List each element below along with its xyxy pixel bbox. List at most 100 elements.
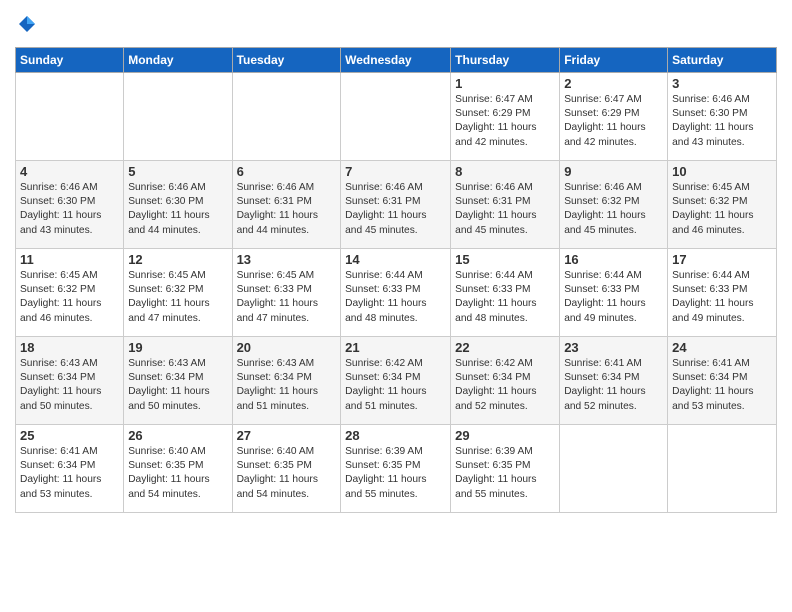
day-info: Sunrise: 6:46 AM Sunset: 6:32 PM Dayligh… <box>564 181 663 238</box>
day-number: 18 <box>20 340 119 355</box>
page: SundayMondayTuesdayWednesdayThursdayFrid… <box>0 0 792 523</box>
day-number: 9 <box>564 164 663 179</box>
calendar-cell: 12 Sunrise: 6:45 AM Sunset: 6:32 PM Dayli… <box>124 248 232 336</box>
calendar-cell: 25 Sunrise: 6:41 AM Sunset: 6:34 PM Dayli… <box>16 424 124 512</box>
day-info: Sunrise: 6:44 AM Sunset: 6:33 PM Dayligh… <box>345 269 446 326</box>
day-number: 4 <box>20 164 119 179</box>
day-info: Sunrise: 6:43 AM Sunset: 6:34 PM Dayligh… <box>128 357 227 414</box>
calendar-day-header: Saturday <box>668 47 777 72</box>
calendar-cell: 20Sunrise: 6:43 AM Sunset: 6:34 PM Dayli… <box>232 336 341 424</box>
day-number: 12 <box>128 252 227 267</box>
day-number: 3 <box>672 76 772 91</box>
day-info: Sunrise: 6:40 AM Sunset: 6:35 PM Dayligh… <box>237 445 337 502</box>
logo <box>15 14 37 39</box>
calendar-cell: 18 Sunrise: 6:43 AM Sunset: 6:34 PM Dayli… <box>16 336 124 424</box>
day-info: Sunrise: 6:45 AM Sunset: 6:32 PM Dayligh… <box>20 269 119 326</box>
day-number: 26 <box>128 428 227 443</box>
day-info: Sunrise: 6:40 AM Sunset: 6:35 PM Dayligh… <box>128 445 227 502</box>
calendar-cell: 6 Sunrise: 6:46 AM Sunset: 6:31 PM Daylig… <box>232 160 341 248</box>
logo-icon <box>17 14 37 34</box>
calendar-cell: 27 Sunrise: 6:40 AM Sunset: 6:35 PM Dayli… <box>232 424 341 512</box>
day-info: Sunrise: 6:47 AM Sunset: 6:29 PM Dayligh… <box>455 93 555 150</box>
day-number: 23 <box>564 340 663 355</box>
day-number: 22 <box>455 340 555 355</box>
day-number: 20 <box>237 340 337 355</box>
day-number: 19 <box>128 340 227 355</box>
day-number: 5 <box>128 164 227 179</box>
day-info: Sunrise: 6:46 AM Sunset: 6:31 PM Dayligh… <box>455 181 555 238</box>
day-info: Sunrise: 6:42 AM Sunset: 6:34 PM Dayligh… <box>455 357 555 414</box>
calendar-cell: 23Sunrise: 6:41 AM Sunset: 6:34 PM Dayli… <box>560 336 668 424</box>
calendar-cell: 5Sunrise: 6:46 AM Sunset: 6:30 PM Daylig… <box>124 160 232 248</box>
calendar-week-row: 18 Sunrise: 6:43 AM Sunset: 6:34 PM Dayli… <box>16 336 777 424</box>
calendar-cell <box>232 72 341 160</box>
day-number: 2 <box>564 76 663 91</box>
day-info: Sunrise: 6:41 AM Sunset: 6:34 PM Dayligh… <box>672 357 772 414</box>
day-number: 27 <box>237 428 337 443</box>
calendar-week-row: 4 Sunrise: 6:46 AM Sunset: 6:30 PM Daylig… <box>16 160 777 248</box>
calendar-header-row: SundayMondayTuesdayWednesdayThursdayFrid… <box>16 47 777 72</box>
calendar-day-header: Wednesday <box>341 47 451 72</box>
day-number: 6 <box>237 164 337 179</box>
day-number: 29 <box>455 428 555 443</box>
calendar-cell: 1 Sunrise: 6:47 AM Sunset: 6:29 PM Daylig… <box>451 72 560 160</box>
day-info: Sunrise: 6:42 AM Sunset: 6:34 PM Dayligh… <box>345 357 446 414</box>
day-info: Sunrise: 6:45 AM Sunset: 6:32 PM Dayligh… <box>128 269 227 326</box>
calendar-cell: 14 Sunrise: 6:44 AM Sunset: 6:33 PM Dayli… <box>341 248 451 336</box>
calendar-cell: 21 Sunrise: 6:42 AM Sunset: 6:34 PM Dayli… <box>341 336 451 424</box>
calendar-cell: 16Sunrise: 6:44 AM Sunset: 6:33 PM Dayli… <box>560 248 668 336</box>
day-info: Sunrise: 6:45 AM Sunset: 6:33 PM Dayligh… <box>237 269 337 326</box>
calendar-cell: 26 Sunrise: 6:40 AM Sunset: 6:35 PM Dayli… <box>124 424 232 512</box>
day-number: 13 <box>237 252 337 267</box>
calendar-table: SundayMondayTuesdayWednesdayThursdayFrid… <box>15 47 777 513</box>
calendar-cell: 9 Sunrise: 6:46 AM Sunset: 6:32 PM Daylig… <box>560 160 668 248</box>
day-info: Sunrise: 6:46 AM Sunset: 6:31 PM Dayligh… <box>237 181 337 238</box>
calendar-cell: 19 Sunrise: 6:43 AM Sunset: 6:34 PM Dayli… <box>124 336 232 424</box>
day-number: 10 <box>672 164 772 179</box>
day-number: 21 <box>345 340 446 355</box>
day-number: 1 <box>455 76 555 91</box>
calendar-day-header: Thursday <box>451 47 560 72</box>
header-area <box>15 10 777 39</box>
calendar-cell <box>668 424 777 512</box>
calendar-cell <box>16 72 124 160</box>
day-info: Sunrise: 6:46 AM Sunset: 6:30 PM Dayligh… <box>672 93 772 150</box>
calendar-cell <box>124 72 232 160</box>
logo-text <box>15 14 37 39</box>
calendar-week-row: 25 Sunrise: 6:41 AM Sunset: 6:34 PM Dayli… <box>16 424 777 512</box>
calendar-cell: 24Sunrise: 6:41 AM Sunset: 6:34 PM Dayli… <box>668 336 777 424</box>
calendar-day-header: Monday <box>124 47 232 72</box>
day-number: 14 <box>345 252 446 267</box>
day-number: 8 <box>455 164 555 179</box>
calendar-cell: 10 Sunrise: 6:45 AM Sunset: 6:32 PM Dayli… <box>668 160 777 248</box>
calendar-cell <box>341 72 451 160</box>
calendar-cell: 28Sunrise: 6:39 AM Sunset: 6:35 PM Dayli… <box>341 424 451 512</box>
calendar-cell: 7 Sunrise: 6:46 AM Sunset: 6:31 PM Daylig… <box>341 160 451 248</box>
day-number: 7 <box>345 164 446 179</box>
calendar-cell: 3 Sunrise: 6:46 AM Sunset: 6:30 PM Daylig… <box>668 72 777 160</box>
day-info: Sunrise: 6:44 AM Sunset: 6:33 PM Dayligh… <box>564 269 663 326</box>
day-info: Sunrise: 6:41 AM Sunset: 6:34 PM Dayligh… <box>20 445 119 502</box>
day-info: Sunrise: 6:46 AM Sunset: 6:31 PM Dayligh… <box>345 181 446 238</box>
day-info: Sunrise: 6:45 AM Sunset: 6:32 PM Dayligh… <box>672 181 772 238</box>
day-number: 28 <box>345 428 446 443</box>
calendar-day-header: Friday <box>560 47 668 72</box>
calendar-cell: 2 Sunrise: 6:47 AM Sunset: 6:29 PM Daylig… <box>560 72 668 160</box>
day-info: Sunrise: 6:44 AM Sunset: 6:33 PM Dayligh… <box>455 269 555 326</box>
day-number: 17 <box>672 252 772 267</box>
day-info: Sunrise: 6:43 AM Sunset: 6:34 PM Dayligh… <box>20 357 119 414</box>
day-info: Sunrise: 6:47 AM Sunset: 6:29 PM Dayligh… <box>564 93 663 150</box>
day-number: 25 <box>20 428 119 443</box>
day-number: 15 <box>455 252 555 267</box>
calendar-cell: 4 Sunrise: 6:46 AM Sunset: 6:30 PM Daylig… <box>16 160 124 248</box>
calendar-cell: 8 Sunrise: 6:46 AM Sunset: 6:31 PM Daylig… <box>451 160 560 248</box>
calendar-cell: 17Sunrise: 6:44 AM Sunset: 6:33 PM Dayli… <box>668 248 777 336</box>
calendar-cell: 13 Sunrise: 6:45 AM Sunset: 6:33 PM Dayli… <box>232 248 341 336</box>
calendar-cell: 15 Sunrise: 6:44 AM Sunset: 6:33 PM Dayli… <box>451 248 560 336</box>
calendar-day-header: Sunday <box>16 47 124 72</box>
calendar-cell <box>560 424 668 512</box>
calendar-day-header: Tuesday <box>232 47 341 72</box>
day-number: 11 <box>20 252 119 267</box>
calendar-week-row: 1 Sunrise: 6:47 AM Sunset: 6:29 PM Daylig… <box>16 72 777 160</box>
day-info: Sunrise: 6:46 AM Sunset: 6:30 PM Dayligh… <box>20 181 119 238</box>
